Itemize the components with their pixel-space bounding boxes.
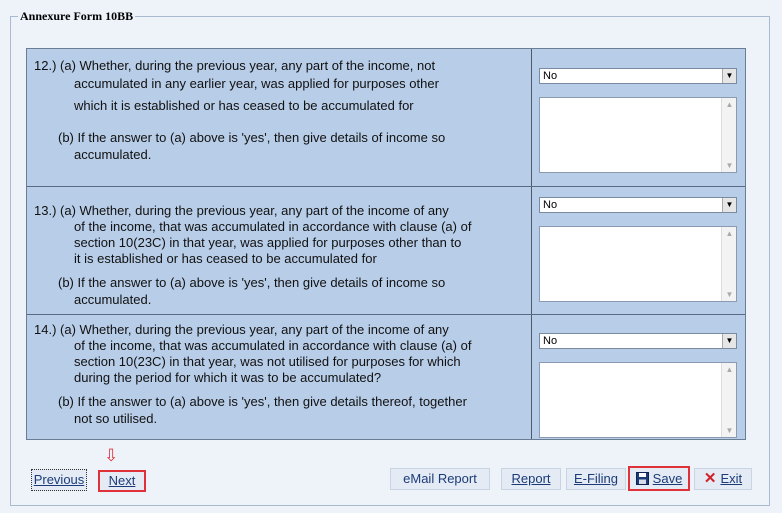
email-report-button[interactable]: eMail Report [390,468,490,490]
q13-a-line-1: 13.) (a) Whether, during the previous ye… [34,203,449,218]
q12-a-line-2: accumulated in any earlier year, was app… [74,76,439,91]
question-14-row: 14.) (a) Whether, during the previous ye… [27,314,745,439]
q12-details-textarea[interactable]: ▲ ▼ [539,97,737,173]
q13-a-line-2: of the income, that was accumulated in a… [74,219,472,234]
q13-a-line-4: it is established or has ceased to be ac… [74,251,377,266]
dropdown-arrow-icon[interactable]: ▼ [722,198,736,212]
q13-answer-select[interactable]: No ▼ [539,197,737,213]
q14-a-line-2: of the income, that was accumulated in a… [74,338,472,353]
q12-a-line-3: which it is established or has ceased to… [74,98,414,113]
dropdown-arrow-icon[interactable]: ▼ [722,334,736,348]
down-arrow-icon: ⇩ [104,446,119,465]
scroll-up-icon[interactable]: ▲ [722,229,737,238]
q12-select-value: No [543,70,558,82]
q14-b-line-2: not so utilised. [74,411,158,426]
q12-answer-select[interactable]: No ▼ [539,68,737,84]
q13-b-line-1: (b) If the answer to (a) above is 'yes',… [58,275,446,290]
question-13-row: 13.) (a) Whether, during the previous ye… [27,186,745,314]
scroll-down-icon[interactable]: ▼ [722,290,737,299]
q14-b-line-1: (b) If the answer to (a) above is 'yes',… [58,394,467,409]
scroll-down-icon[interactable]: ▼ [722,426,737,435]
exit-button[interactable]: ✕ Exit [694,468,752,490]
q12-b-line-2: accumulated. [74,147,152,162]
q13-details-textarea[interactable]: ▲ ▼ [539,226,737,302]
close-icon: ✕ [703,470,717,487]
q14-a-line-1: 14.) (a) Whether, during the previous ye… [34,322,449,337]
scroll-up-icon[interactable]: ▲ [722,365,737,374]
q14-a-line-3: section 10(23C) in that year, was not ut… [74,354,461,369]
floppy-disk-icon [635,472,649,485]
textarea-scrollbar[interactable]: ▲ ▼ [721,98,736,172]
textarea-scrollbar[interactable]: ▲ ▼ [721,363,736,437]
previous-button[interactable]: Previous [31,469,87,491]
form-area: 12.) (a) Whether, during the previous ye… [26,48,746,440]
scroll-down-icon[interactable]: ▼ [722,161,737,170]
q13-select-value: No [543,199,558,211]
save-button[interactable]: Save [628,466,690,491]
q14-answer-select[interactable]: No ▼ [539,333,737,349]
dropdown-arrow-icon[interactable]: ▼ [722,69,736,83]
q13-b-line-2: accumulated. [74,292,152,307]
q13-a-line-3: section 10(23C) in that year, was applie… [74,235,462,250]
textarea-scrollbar[interactable]: ▲ ▼ [721,227,736,301]
question-12-row: 12.) (a) Whether, during the previous ye… [27,49,745,186]
q12-b-line-1: (b) If the answer to (a) above is 'yes',… [58,130,446,145]
q14-a-line-4: during the period for which it was to be… [74,370,382,385]
q12-a-line-1: 12.) (a) Whether, during the previous ye… [34,58,436,73]
q14-details-textarea[interactable]: ▲ ▼ [539,362,737,438]
efiling-button[interactable]: E-Filing [566,468,626,490]
report-button[interactable]: Report [501,468,561,490]
next-button[interactable]: Next [98,470,146,492]
q14-select-value: No [543,335,558,347]
scroll-up-icon[interactable]: ▲ [722,100,737,109]
form-title: Annexure Form 10BB [18,9,136,24]
